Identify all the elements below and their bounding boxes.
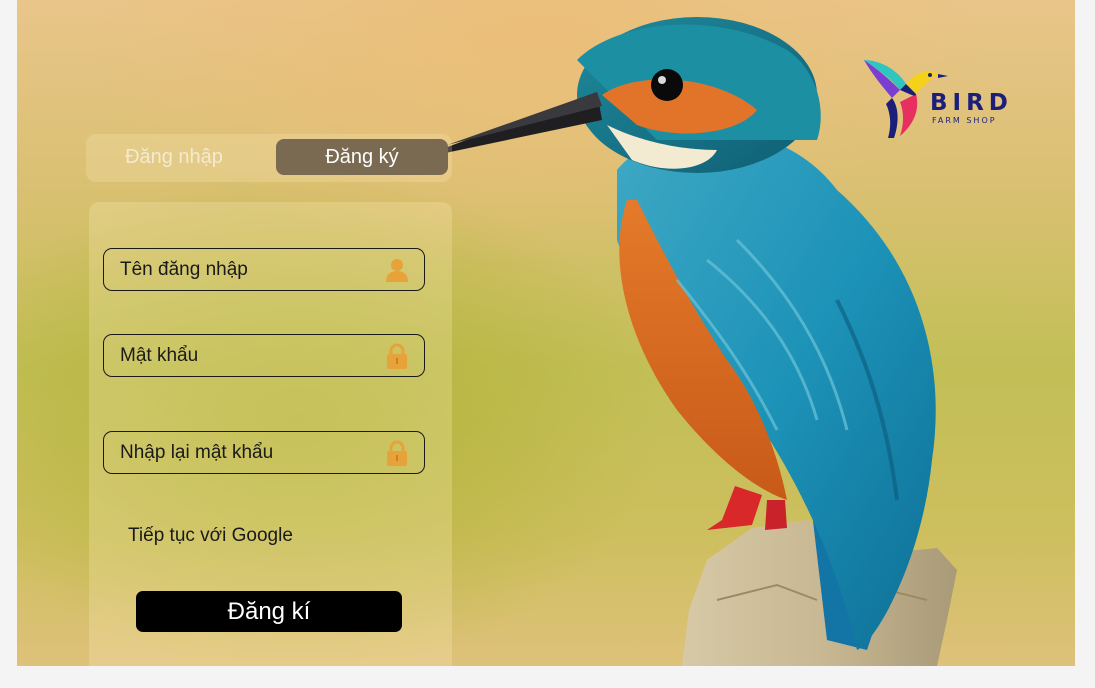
brand-tagline: FARM SHOP [932, 116, 997, 125]
confirm-password-input[interactable] [118, 432, 372, 474]
confirm-password-field [103, 431, 425, 474]
background-photo: Đăng nhập Đăng ký Tên đăng nhập Tiếp tục… [17, 0, 1075, 666]
tab-register[interactable]: Đăng ký [276, 139, 448, 175]
user-icon [386, 259, 408, 282]
tab-login[interactable]: Đăng nhập [94, 139, 254, 175]
brand-name: BIRD [930, 90, 1013, 116]
auth-tabs: Đăng nhập Đăng ký [86, 134, 452, 182]
google-login-link[interactable]: Tiếp tục với Google [128, 525, 293, 547]
lock-icon [387, 440, 407, 466]
register-form: Tiếp tục với Google Đăng kí [89, 202, 452, 666]
password-field [103, 334, 425, 377]
username-field [103, 248, 425, 291]
register-submit-button[interactable]: Đăng kí [136, 591, 402, 632]
lock-icon [387, 343, 407, 369]
username-input[interactable] [118, 249, 372, 291]
brand-logo: BIRD FARM SHOP [860, 54, 1030, 144]
password-input[interactable] [118, 335, 372, 377]
